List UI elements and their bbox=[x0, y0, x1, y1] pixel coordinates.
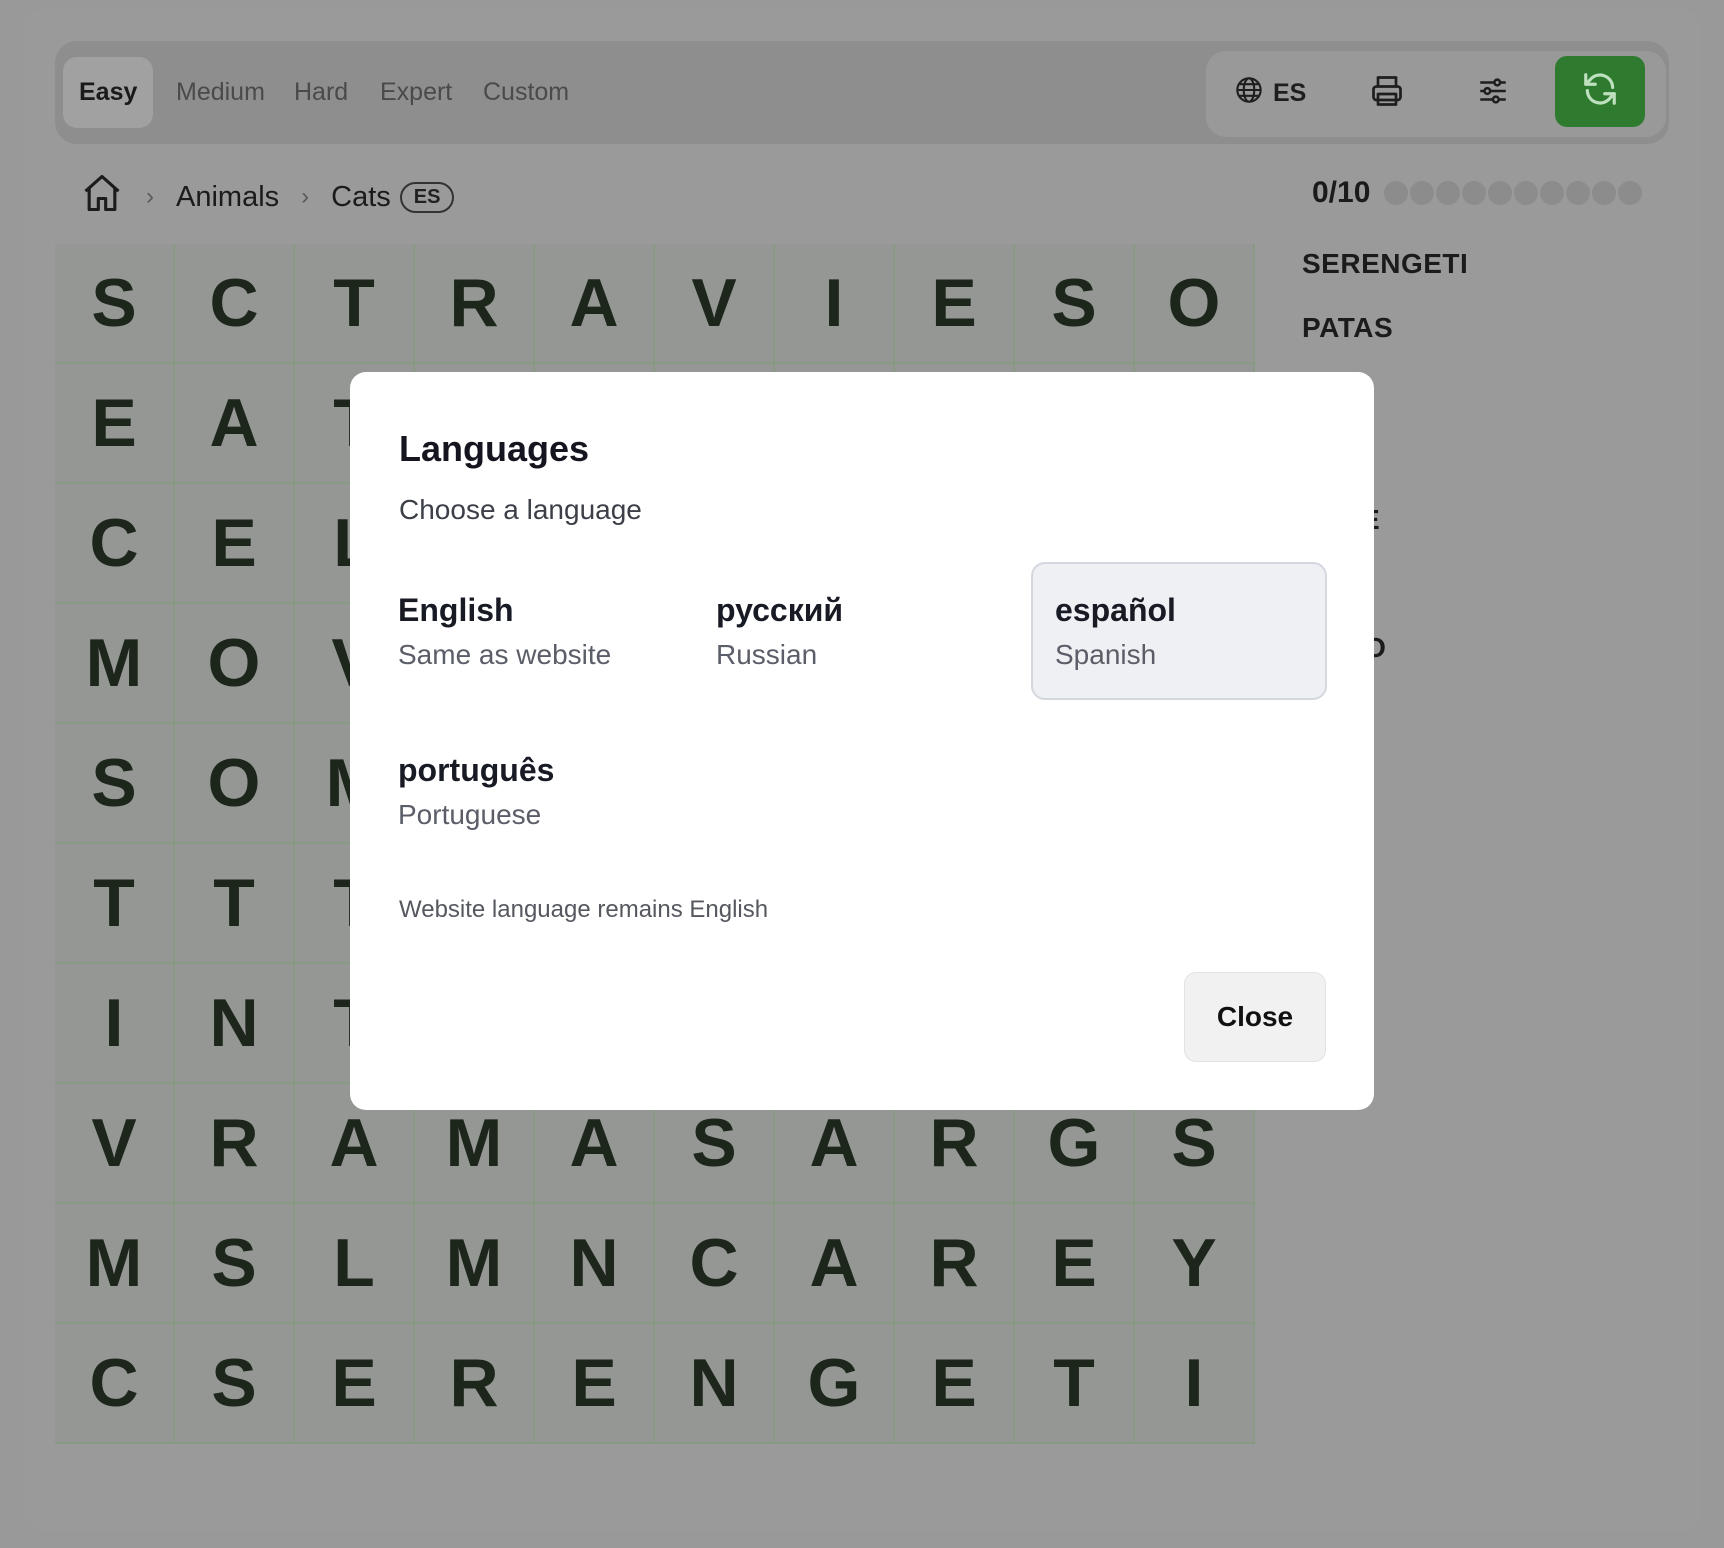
grid-cell[interactable]: T bbox=[175, 844, 295, 964]
option-desc: Portuguese bbox=[398, 799, 542, 830]
grid-cell[interactable]: C bbox=[55, 484, 175, 604]
breadcrumb-category[interactable]: Animals bbox=[176, 181, 279, 214]
grid-cell[interactable]: R bbox=[175, 1084, 295, 1204]
grid-cell[interactable]: V bbox=[655, 244, 775, 364]
progress-dot bbox=[1592, 181, 1617, 205]
grid-cell[interactable]: E bbox=[1015, 1204, 1135, 1324]
grid-cell[interactable]: C bbox=[655, 1204, 775, 1324]
grid-cell[interactable]: G bbox=[775, 1324, 895, 1444]
grid-cell[interactable]: O bbox=[175, 724, 295, 844]
difficulty-tab-custom[interactable]: Custom bbox=[467, 57, 585, 128]
progress-dot bbox=[1488, 181, 1513, 205]
progress-text: 0/10 bbox=[1312, 176, 1371, 209]
grid-cell[interactable]: C bbox=[175, 244, 295, 364]
progress-dot bbox=[1618, 181, 1643, 205]
grid-cell[interactable]: M bbox=[55, 604, 175, 724]
grid-cell[interactable]: E bbox=[175, 484, 295, 604]
progress-dot bbox=[1514, 181, 1539, 205]
grid-cell[interactable]: Y bbox=[1135, 1204, 1255, 1324]
grid-cell[interactable]: O bbox=[1135, 244, 1255, 364]
grid-cell[interactable]: T bbox=[55, 844, 175, 964]
progress-dot bbox=[1384, 181, 1409, 205]
difficulty-tab-medium[interactable]: Medium bbox=[160, 57, 281, 128]
language-button[interactable]: ES bbox=[1235, 70, 1306, 116]
grid-cell[interactable]: S bbox=[55, 724, 175, 844]
grid-cell[interactable]: R bbox=[415, 244, 535, 364]
chevron-right-icon: › bbox=[146, 183, 154, 210]
difficulty-tab-expert[interactable]: Expert bbox=[364, 57, 468, 128]
dialog-note: Website language remains English bbox=[399, 896, 769, 923]
grid-cell[interactable]: A bbox=[775, 1204, 895, 1324]
grid-cell[interactable]: R bbox=[895, 1204, 1015, 1324]
dialog-subtitle: Choose a language bbox=[399, 494, 642, 525]
grid-cell[interactable]: E bbox=[535, 1324, 655, 1444]
home-icon[interactable] bbox=[80, 171, 124, 223]
grid-cell[interactable]: R bbox=[415, 1324, 535, 1444]
progress-dot bbox=[1410, 181, 1435, 205]
chevron-right-icon: › bbox=[301, 183, 310, 210]
grid-cell[interactable]: E bbox=[895, 244, 1015, 364]
grid-cell[interactable]: T bbox=[295, 244, 415, 364]
progress-dot bbox=[1566, 181, 1591, 205]
language-code: ES bbox=[1273, 78, 1307, 107]
breadcrumb-topic: Cats bbox=[331, 180, 391, 213]
top-toolbar: Easy Medium Hard Expert Custom ES bbox=[55, 41, 1669, 144]
grid-cell[interactable]: I bbox=[55, 964, 175, 1084]
new-puzzle-button[interactable] bbox=[1555, 56, 1645, 127]
language-badge: ES bbox=[399, 181, 455, 213]
grid-cell[interactable]: S bbox=[55, 244, 175, 364]
grid-cell[interactable]: N bbox=[175, 964, 295, 1084]
grid-cell[interactable]: E bbox=[55, 364, 175, 484]
language-option-russian[interactable]: русский Russian bbox=[692, 562, 988, 700]
grid-cell[interactable]: I bbox=[1135, 1324, 1255, 1444]
progress-dot bbox=[1436, 181, 1461, 205]
settings-button[interactable] bbox=[1466, 66, 1520, 120]
option-desc: Same as website bbox=[398, 639, 612, 670]
word-list-item: PATAS bbox=[1302, 312, 1394, 343]
languages-dialog: Languages Choose a language English Same… bbox=[350, 372, 1374, 1110]
grid-cell[interactable]: T bbox=[1015, 1324, 1135, 1444]
progress-dots bbox=[1384, 181, 1643, 205]
grid-cell[interactable]: O bbox=[175, 604, 295, 724]
dialog-title: Languages bbox=[399, 428, 590, 469]
word-list-item: SERENGETI bbox=[1302, 248, 1469, 279]
sliders-icon bbox=[1476, 74, 1510, 113]
printer-icon bbox=[1369, 73, 1405, 114]
grid-cell[interactable]: N bbox=[535, 1204, 655, 1324]
option-name: español bbox=[1055, 592, 1176, 628]
language-option-english[interactable]: English Same as website bbox=[374, 562, 670, 700]
grid-cell[interactable]: N bbox=[655, 1324, 775, 1444]
grid-cell[interactable]: S bbox=[1015, 244, 1135, 364]
refresh-icon bbox=[1581, 70, 1619, 113]
option-name: русский bbox=[716, 592, 844, 628]
option-desc: Spanish bbox=[1055, 639, 1157, 670]
language-option-portuguese[interactable]: português Portuguese bbox=[374, 722, 670, 860]
grid-cell[interactable]: L bbox=[295, 1204, 415, 1324]
language-option-spanish[interactable]: español Spanish bbox=[1031, 562, 1327, 700]
grid-cell[interactable]: S bbox=[175, 1324, 295, 1444]
print-button[interactable] bbox=[1360, 66, 1414, 120]
grid-cell[interactable]: E bbox=[295, 1324, 415, 1444]
close-button[interactable]: Close bbox=[1184, 972, 1326, 1062]
option-name: português bbox=[398, 752, 555, 788]
grid-cell[interactable]: M bbox=[415, 1204, 535, 1324]
option-name: English bbox=[398, 592, 514, 628]
grid-cell[interactable]: S bbox=[175, 1204, 295, 1324]
grid-cell[interactable]: A bbox=[175, 364, 295, 484]
breadcrumb: › Animals › Cats ES bbox=[80, 171, 455, 223]
difficulty-tab-hard[interactable]: Hard bbox=[278, 57, 364, 128]
progress-dot bbox=[1540, 181, 1565, 205]
grid-cell[interactable]: A bbox=[535, 244, 655, 364]
progress-dot bbox=[1462, 181, 1487, 205]
grid-cell[interactable]: V bbox=[55, 1084, 175, 1204]
option-desc: Russian bbox=[716, 639, 818, 670]
grid-cell[interactable]: E bbox=[895, 1324, 1015, 1444]
grid-cell[interactable]: C bbox=[55, 1324, 175, 1444]
difficulty-tab-easy[interactable]: Easy bbox=[63, 57, 154, 128]
grid-cell[interactable]: I bbox=[775, 244, 895, 364]
progress-indicator: 0/10 bbox=[1312, 176, 1643, 210]
globe-icon bbox=[1235, 76, 1263, 111]
grid-cell[interactable]: M bbox=[55, 1204, 175, 1324]
